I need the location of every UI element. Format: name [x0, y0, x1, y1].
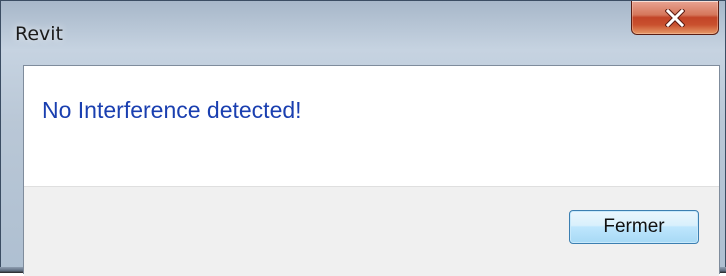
dialog-window: Revit No Interference detected! Fermer	[0, 0, 726, 276]
dialog-message: No Interference detected!	[42, 97, 302, 123]
window-close-button[interactable]	[631, 1, 719, 35]
close-x-icon	[665, 8, 685, 27]
title-bar[interactable]: Revit	[1, 1, 725, 53]
fermer-button[interactable]: Fermer	[569, 210, 699, 244]
dialog-footer: Fermer	[24, 186, 719, 276]
window-title: Revit	[15, 23, 64, 45]
dialog-content: No Interference detected! Fermer	[23, 65, 720, 276]
